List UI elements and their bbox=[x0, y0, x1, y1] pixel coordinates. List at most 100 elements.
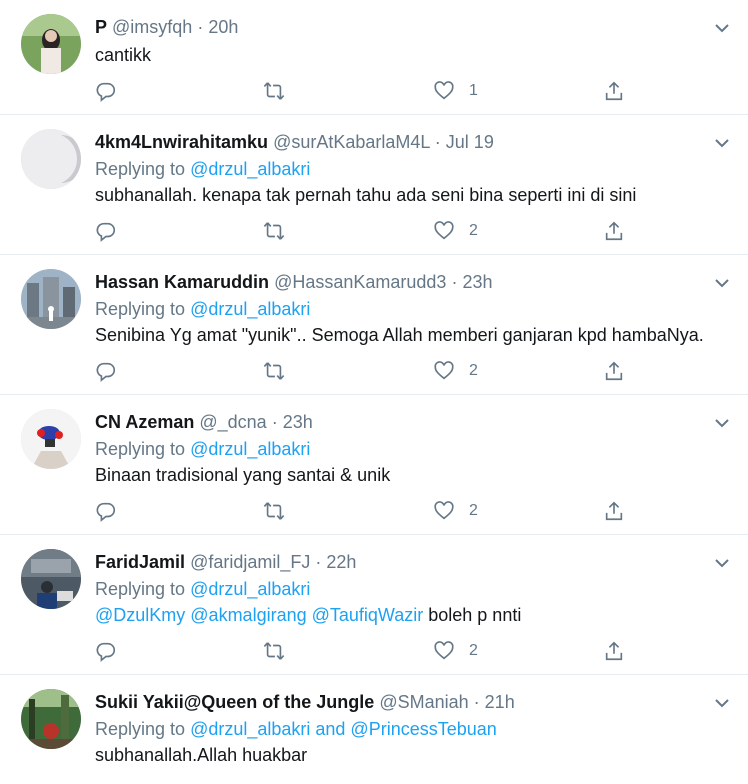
tweet-text: @DzulKmy @akmalgirang @TaufiqWazir boleh… bbox=[95, 604, 728, 626]
share-button[interactable] bbox=[603, 639, 625, 663]
separator-dot: · bbox=[315, 552, 322, 572]
retweet-icon bbox=[263, 222, 285, 240]
tweet[interactable]: P @imsyfqh · 20h cantikk 1 bbox=[0, 0, 748, 115]
reply-button[interactable] bbox=[95, 499, 131, 523]
tweet-header: Sukii Yakii@Queen of the Jungle @SManiah… bbox=[95, 691, 708, 713]
replying-to: Replying to @drzul_albakri bbox=[95, 578, 310, 600]
share-icon bbox=[605, 501, 623, 521]
reply-button[interactable] bbox=[95, 79, 131, 103]
tweet[interactable]: Sukii Yakii@Queen of the Jungle @SManiah… bbox=[0, 675, 748, 784]
share-button[interactable] bbox=[603, 79, 625, 103]
user-handle[interactable]: @faridjamil_FJ bbox=[190, 552, 310, 572]
tweet-header: FaridJamil @faridjamil_FJ · 22h bbox=[95, 551, 708, 573]
display-name[interactable]: 4km4Lnwirahitamku bbox=[95, 132, 268, 152]
display-name[interactable]: Sukii Yakii@Queen of the Jungle bbox=[95, 692, 374, 712]
timestamp[interactable]: 20h bbox=[208, 17, 238, 37]
replying-to: Replying to @drzul_albakri and @Princess… bbox=[95, 718, 497, 740]
share-button[interactable] bbox=[603, 499, 625, 523]
tweet-actions: 1 bbox=[95, 79, 635, 103]
avatar[interactable] bbox=[21, 14, 81, 74]
separator-dot: · bbox=[473, 692, 480, 712]
reply-icon bbox=[96, 82, 116, 102]
display-name[interactable]: Hassan Kamaruddin bbox=[95, 272, 269, 292]
chevron-down-icon[interactable] bbox=[714, 555, 730, 571]
retweet-icon bbox=[263, 642, 285, 660]
like-button[interactable]: 2 bbox=[433, 639, 478, 663]
replying-to-mention[interactable]: @drzul_albakri bbox=[190, 299, 310, 319]
timestamp[interactable]: 23h bbox=[462, 272, 492, 292]
avatar[interactable] bbox=[21, 549, 81, 609]
replying-to-mention[interactable]: @drzul_albakri bbox=[190, 579, 310, 599]
avatar[interactable] bbox=[21, 409, 81, 469]
retweet-button[interactable] bbox=[263, 219, 299, 243]
share-button[interactable] bbox=[603, 359, 625, 383]
tweet-text: cantikk bbox=[95, 45, 152, 65]
share-icon bbox=[605, 81, 623, 101]
user-handle[interactable]: @surAtKabarlaM4L bbox=[273, 132, 430, 152]
tweet-header: 4km4Lnwirahitamku @surAtKabarlaM4L · Jul… bbox=[95, 131, 708, 153]
like-button[interactable]: 2 bbox=[433, 499, 478, 523]
replying-to-mention[interactable]: @drzul_albakri and @PrincessTebuan bbox=[190, 719, 497, 739]
avatar[interactable] bbox=[21, 269, 81, 329]
retweet-button[interactable] bbox=[263, 79, 299, 103]
like-count: 2 bbox=[469, 362, 478, 379]
retweet-button[interactable] bbox=[263, 499, 299, 523]
display-name[interactable]: FaridJamil bbox=[95, 552, 185, 572]
retweet-icon bbox=[263, 82, 285, 100]
separator-dot: · bbox=[271, 412, 278, 432]
reply-icon bbox=[96, 642, 116, 662]
user-handle[interactable]: @SManiah bbox=[379, 692, 468, 712]
like-button[interactable]: 2 bbox=[433, 219, 478, 243]
like-button[interactable]: 1 bbox=[433, 79, 478, 103]
user-handle[interactable]: @imsyfqh bbox=[112, 17, 192, 37]
reply-button[interactable] bbox=[95, 219, 131, 243]
tweet-text: subhanallah. kenapa tak pernah tahu ada … bbox=[95, 185, 637, 205]
replying-to: Replying to @drzul_albakri bbox=[95, 298, 310, 320]
display-name[interactable]: CN Azeman bbox=[95, 412, 194, 432]
tweet[interactable]: CN Azeman @_dcna · 23h Replying to @drzu… bbox=[0, 395, 748, 535]
replying-to: Replying to @drzul_albakri bbox=[95, 438, 310, 460]
tweet[interactable]: 4km4Lnwirahitamku @surAtKabarlaM4L · Jul… bbox=[0, 115, 748, 255]
avatar[interactable] bbox=[21, 689, 81, 749]
chevron-down-icon[interactable] bbox=[714, 275, 730, 291]
replying-to-mention[interactable]: @drzul_albakri bbox=[190, 439, 310, 459]
chevron-down-icon[interactable] bbox=[714, 415, 730, 431]
replying-prefix: Replying to bbox=[95, 299, 191, 319]
reply-button[interactable] bbox=[95, 639, 131, 663]
display-name[interactable]: P bbox=[95, 17, 107, 37]
tweet-text: subhanallah.Allah huakbar bbox=[95, 745, 308, 765]
tweet-mentions[interactable]: @DzulKmy @akmalgirang @TaufiqWazir bbox=[95, 605, 423, 625]
tweet-header: P @imsyfqh · 20h bbox=[95, 16, 708, 38]
timestamp[interactable]: 21h bbox=[485, 692, 515, 712]
like-button[interactable]: 2 bbox=[433, 359, 478, 383]
replying-to: Replying to @drzul_albakri bbox=[95, 158, 310, 180]
like-count: 2 bbox=[469, 502, 478, 519]
share-icon bbox=[605, 641, 623, 661]
chevron-down-icon[interactable] bbox=[714, 135, 730, 151]
user-handle[interactable]: @HassanKamarudd3 bbox=[274, 272, 446, 292]
tweet[interactable]: FaridJamil @faridjamil_FJ · 22h Replying… bbox=[0, 535, 748, 675]
timestamp[interactable]: 22h bbox=[326, 552, 356, 572]
timestamp[interactable]: Jul 19 bbox=[446, 132, 494, 152]
replying-to-mention[interactable]: @drzul_albakri bbox=[190, 159, 310, 179]
like-count: 2 bbox=[469, 222, 478, 239]
avatar[interactable] bbox=[21, 129, 81, 189]
reply-button[interactable] bbox=[95, 359, 131, 383]
chevron-down-icon[interactable] bbox=[714, 695, 730, 711]
tweet[interactable]: Hassan Kamaruddin @HassanKamarudd3 · 23h… bbox=[0, 255, 748, 395]
timestamp[interactable]: 23h bbox=[283, 412, 313, 432]
tweet-text: Senibina Yg amat "yunik".. Semoga Allah … bbox=[95, 325, 704, 345]
replying-prefix: Replying to bbox=[95, 439, 191, 459]
chevron-down-icon[interactable] bbox=[714, 20, 730, 36]
tweet-actions: 2 bbox=[95, 359, 635, 383]
tweet-header: Hassan Kamaruddin @HassanKamarudd3 · 23h bbox=[95, 271, 708, 293]
tweet-actions: 2 bbox=[95, 639, 635, 663]
retweet-button[interactable] bbox=[263, 359, 299, 383]
reply-icon bbox=[96, 362, 116, 382]
tweet-header: CN Azeman @_dcna · 23h bbox=[95, 411, 708, 433]
reply-icon bbox=[96, 222, 116, 242]
user-handle[interactable]: @_dcna bbox=[199, 412, 266, 432]
separator-dot: · bbox=[197, 17, 204, 37]
share-button[interactable] bbox=[603, 219, 625, 243]
retweet-button[interactable] bbox=[263, 639, 299, 663]
